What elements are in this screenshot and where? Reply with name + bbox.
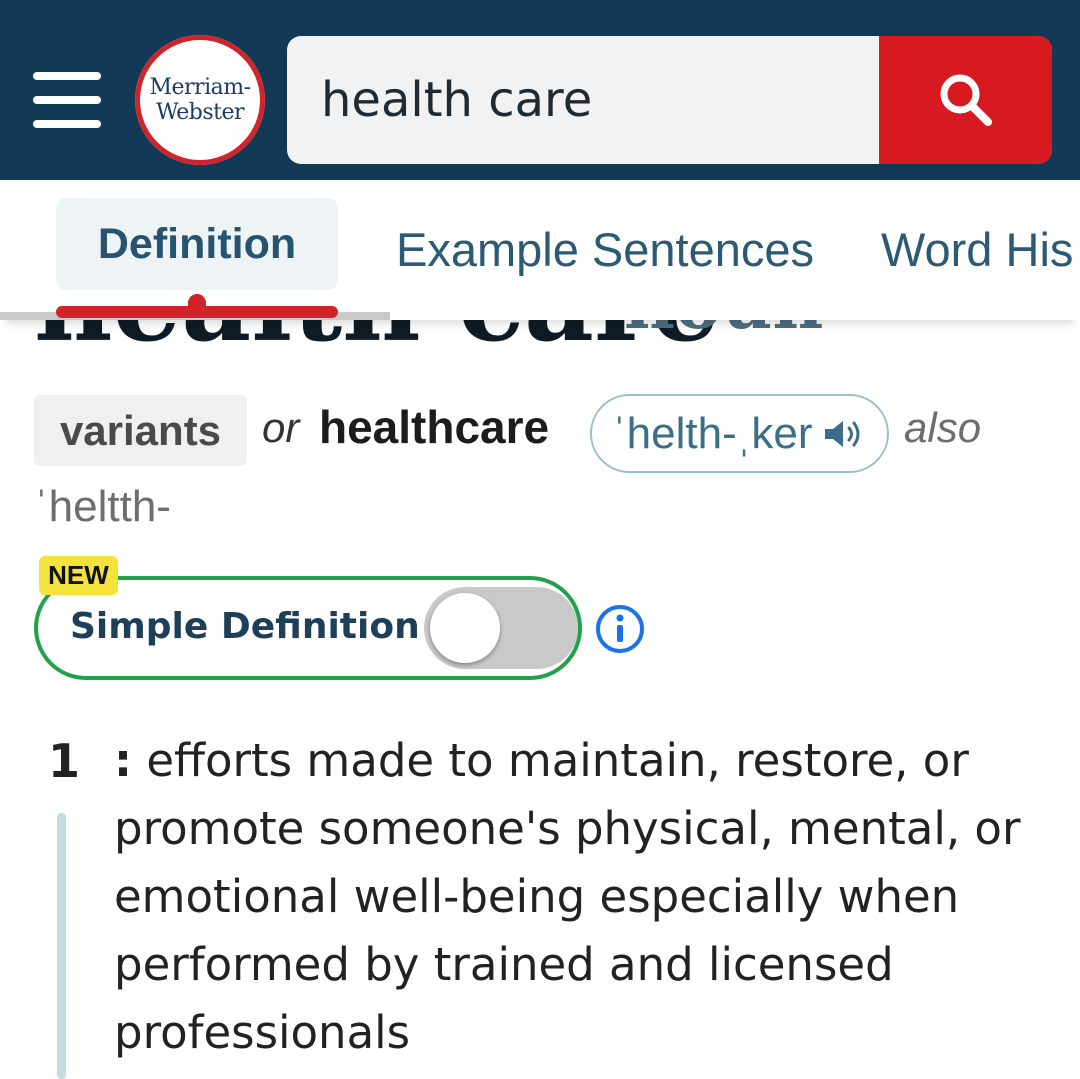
also-text: also: [904, 404, 982, 451]
simple-definition-label: Simple Definition: [70, 606, 420, 647]
sense-number: 1: [48, 734, 81, 788]
pronunciation-button[interactable]: ˈhelth-ˌker: [590, 394, 889, 473]
variant-word: healthcare: [319, 401, 550, 453]
or-text: or: [262, 404, 300, 451]
tab-definition[interactable]: Definition: [56, 198, 338, 290]
simple-definition-toggle[interactable]: [424, 587, 578, 669]
section-tabs: Definition Example Sentences Word His: [0, 180, 1080, 320]
merriam-webster-logo[interactable]: Merriam- Webster: [135, 35, 265, 165]
active-tab-indicator-notch: [188, 294, 206, 310]
search-input[interactable]: [287, 36, 879, 164]
sense-divider: [57, 813, 66, 1079]
definition-body: efforts made to maintain, restore, or pr…: [114, 734, 1021, 1059]
alternate-pronunciation: ˈheltth-: [34, 482, 171, 531]
site-header: Merriam- Webster: [0, 0, 1080, 180]
logo-line-2: Webster: [155, 100, 245, 125]
search-bar: [287, 36, 1052, 164]
tab-example-sentences[interactable]: Example Sentences: [396, 222, 814, 277]
search-button[interactable]: [879, 36, 1052, 164]
definition-text: : efforts made to maintain, restore, or …: [114, 727, 1044, 1067]
speaker-icon: [824, 420, 859, 447]
menu-icon[interactable]: [33, 72, 101, 128]
search-icon: [940, 74, 992, 126]
page: Merriam- Webster health care noun Defini…: [0, 0, 1080, 1079]
variants-label: variants: [34, 395, 247, 466]
tab-word-history[interactable]: Word His: [881, 222, 1073, 277]
logo-line-1: Merriam-: [149, 75, 251, 100]
toggle-knob: [430, 593, 500, 663]
pronunciation-text: ˈhelth-ˌker: [612, 408, 813, 458]
new-badge: NEW: [39, 556, 118, 595]
definition-colon: :: [114, 734, 132, 787]
info-icon[interactable]: [594, 603, 646, 655]
